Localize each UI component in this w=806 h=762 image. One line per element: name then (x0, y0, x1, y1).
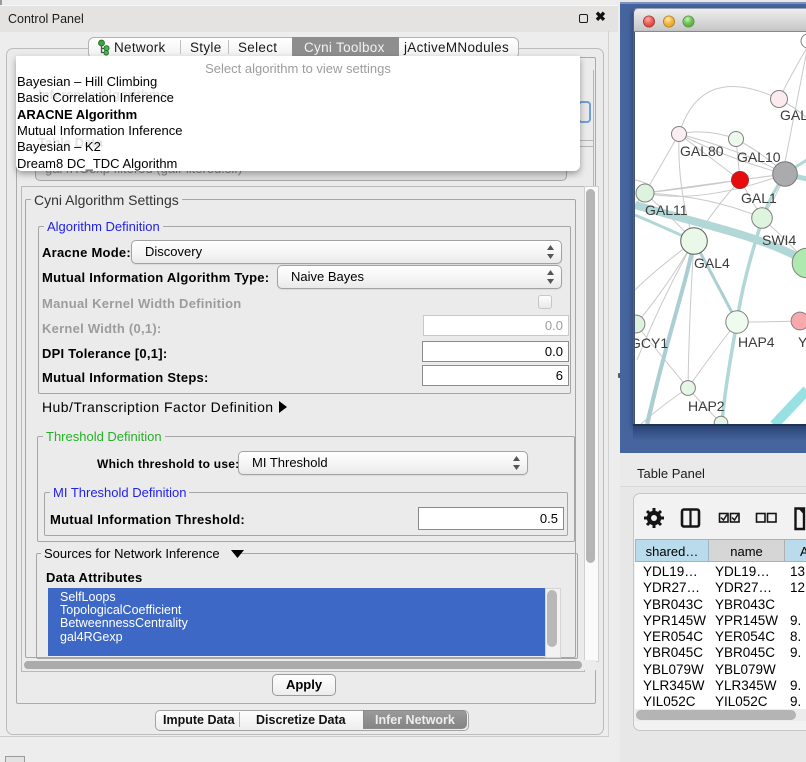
svg-text:GAL80: GAL80 (680, 143, 724, 159)
svg-text:GAL11: GAL11 (645, 202, 688, 218)
svg-text:HAP4: HAP4 (738, 334, 775, 350)
svg-text:GAL1: GAL1 (741, 190, 777, 206)
svg-text:YD: YD (798, 334, 806, 350)
svg-text:GAL4: GAL4 (694, 255, 730, 271)
svg-text:GCY1: GCY1 (634, 335, 668, 351)
svg-text:GAL10: GAL10 (737, 149, 781, 165)
svg-text:GAL2: GAL2 (780, 107, 806, 123)
svg-text:HAP2: HAP2 (688, 398, 725, 414)
svg-text:SWI4: SWI4 (762, 232, 796, 248)
